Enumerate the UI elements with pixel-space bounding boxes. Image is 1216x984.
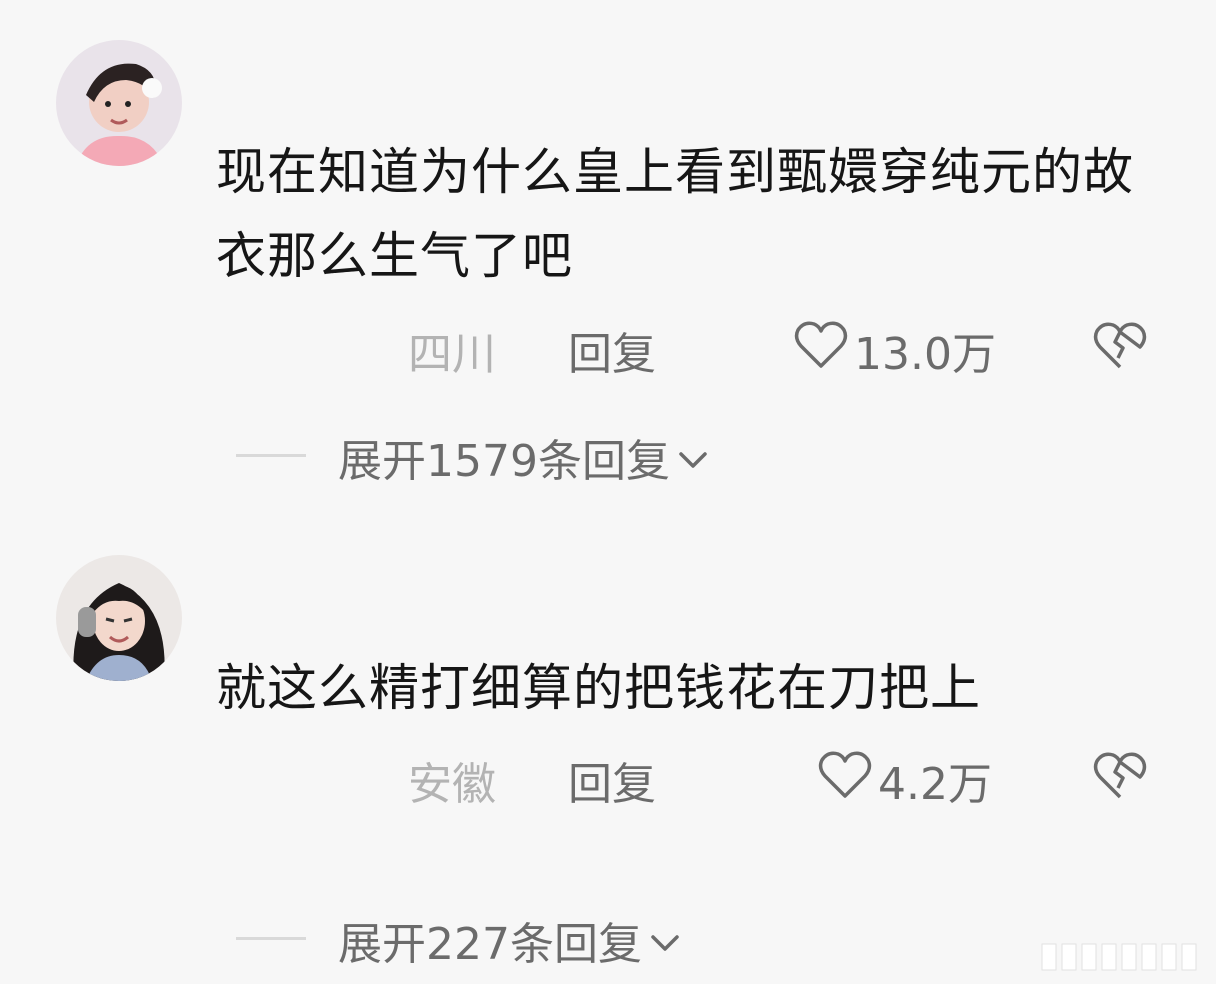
dislike-button[interactable] [1092, 320, 1148, 376]
expand-replies: 展开227条回复 [0, 908, 1216, 970]
expand-label: 展开1579条回复 [338, 436, 670, 487]
like-button[interactable]: 4.2万 [818, 748, 992, 812]
chevron-down-icon [642, 915, 682, 966]
watermark-logo [1040, 940, 1210, 978]
expand-label: 展开227条回复 [338, 919, 642, 970]
expand-replies-button[interactable]: 展开227条回复 [338, 908, 682, 972]
reply-button[interactable]: 回复 [568, 318, 656, 382]
comment-meta: 四川 回复 13.0万 [0, 318, 1216, 380]
heart-outline-icon [794, 320, 854, 381]
expand-replies-button[interactable]: 展开1579条回复 [338, 425, 710, 489]
location-label: 安徽 [408, 759, 496, 810]
broken-heart-icon [1092, 752, 1148, 806]
divider [236, 937, 306, 940]
heart-outline-icon [818, 750, 878, 811]
like-button[interactable]: 13.0万 [794, 318, 996, 382]
comment-text: 现在知道为什么皇上看到甄嬛穿纯元的故衣那么生气了吧 [216, 143, 1134, 285]
reply-button[interactable]: 回复 [568, 748, 656, 812]
avatar[interactable] [56, 555, 182, 681]
expand-replies: 展开1579条回复 [0, 425, 1216, 487]
broken-heart-icon [1092, 322, 1148, 376]
comment-text: 就这么精打细算的把钱花在刀把上 [216, 659, 981, 717]
like-count: 4.2万 [878, 759, 992, 810]
location-label: 四川 [408, 329, 496, 380]
comment-meta: 安徽 回复 4.2万 [0, 748, 1216, 810]
chevron-down-icon [670, 432, 710, 483]
dislike-button[interactable] [1092, 750, 1148, 806]
like-count: 13.0万 [854, 329, 996, 380]
avatar[interactable] [56, 40, 182, 166]
divider [236, 454, 306, 457]
